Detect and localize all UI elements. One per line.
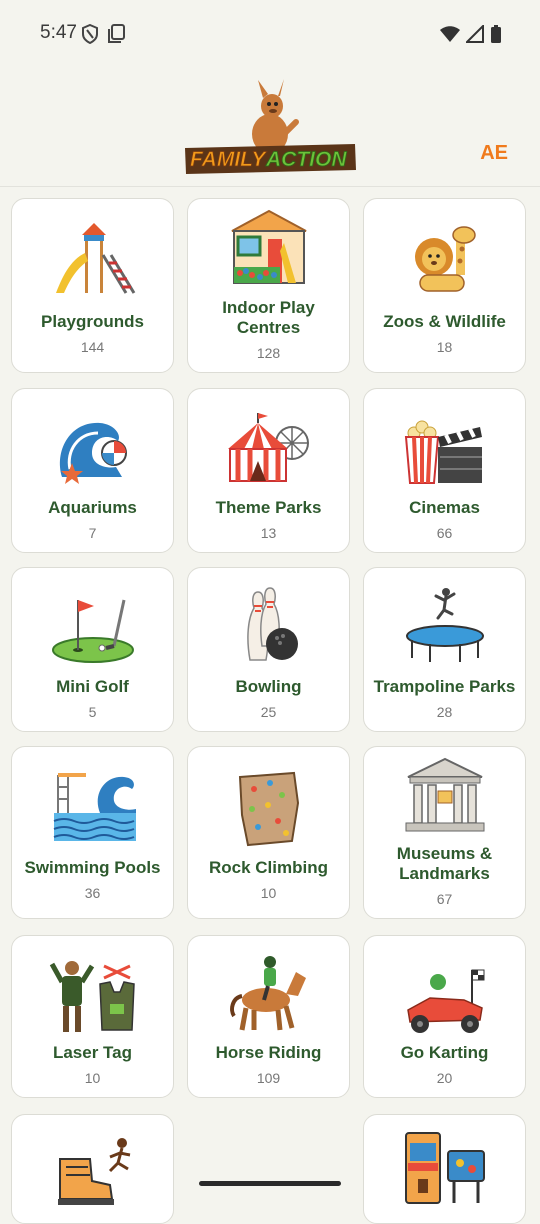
category-title: Indoor Play Centres	[222, 298, 315, 337]
category-card-laser-tag[interactable]: Laser Tag 10	[11, 935, 174, 1098]
trampoline-icon	[405, 588, 484, 662]
language-button[interactable]: AE	[480, 142, 508, 165]
app-header: FAMILY ACTION AE	[0, 68, 540, 187]
category-card-zoos[interactable]: Zoos & Wildlife 18	[363, 198, 526, 373]
category-card-indoor-play[interactable]: Indoor Play Centres 128	[187, 198, 350, 373]
category-card-horse-riding[interactable]: Horse Riding 109	[187, 935, 350, 1098]
category-card-arcades[interactable]	[363, 1114, 526, 1224]
category-title: Zoos & Wildlife	[383, 312, 506, 331]
svg-text:ACTION: ACTION	[265, 148, 347, 171]
wave-icon	[59, 422, 127, 484]
status-time: 5:47	[40, 22, 77, 43]
category-count: 10	[84, 1070, 101, 1086]
climbing-wall-icon	[238, 771, 299, 847]
bowling-icon	[246, 587, 298, 661]
category-title: Swimming Pools	[24, 858, 161, 877]
category-count: 28	[436, 704, 453, 720]
status-bar: 5:47	[0, 0, 540, 68]
category-title: Rock Climbing	[208, 858, 328, 877]
category-card-trampoline[interactable]: Trampoline Parks 28	[363, 567, 526, 732]
golf-flag-icon	[51, 599, 134, 663]
category-count: 20	[436, 1070, 453, 1086]
category-count: 13	[260, 525, 277, 541]
indoor-play-icon	[231, 209, 306, 284]
category-card-mini-golf[interactable]: Mini Golf 5	[11, 567, 174, 732]
category-count: 128	[256, 345, 281, 361]
category-card-swimming-pools[interactable]: Swimming Pools 36	[11, 746, 174, 919]
category-title: Mini Golf	[56, 677, 129, 696]
category-title: Go Karting	[400, 1043, 489, 1062]
category-title: Trampoline Parks	[373, 677, 516, 696]
category-count: 18	[436, 339, 453, 355]
category-count: 109	[256, 1070, 281, 1086]
category-count: 10	[260, 885, 277, 901]
category-card-playgrounds[interactable]: Playgrounds 144	[11, 198, 174, 373]
category-card-rock-climbing[interactable]: Rock Climbing 10	[187, 746, 350, 919]
roller-skate-icon	[57, 1138, 130, 1205]
signal-icon	[466, 25, 484, 43]
wifi-icon	[440, 26, 460, 42]
category-title: Cinemas	[409, 498, 480, 517]
category-title: Playgrounds	[41, 312, 144, 331]
playground-icon	[55, 223, 135, 294]
arcade-icon	[404, 1132, 485, 1204]
home-indicator[interactable]	[199, 1181, 341, 1186]
battery-icon	[491, 25, 501, 43]
category-card-bowling[interactable]: Bowling 25	[187, 567, 350, 732]
category-count: 36	[84, 885, 101, 901]
category-title: Museums & Landmarks	[396, 844, 493, 883]
category-card-cinemas[interactable]: Cinemas 66	[363, 388, 526, 553]
circus-tent-icon	[227, 413, 309, 482]
zoo-icon	[414, 226, 476, 292]
pool-icon	[53, 773, 136, 841]
category-count: 25	[260, 704, 277, 720]
category-count: 66	[436, 525, 453, 541]
popcorn-clapper-icon	[404, 420, 482, 484]
category-count: 7	[88, 525, 97, 541]
go-kart-icon	[406, 969, 484, 1033]
category-card-museums[interactable]: Museums & Landmarks 67	[363, 746, 526, 919]
category-card-go-karting[interactable]: Go Karting 20	[363, 935, 526, 1098]
category-card-roller-skating[interactable]	[11, 1114, 174, 1224]
screenshot-icon	[108, 24, 125, 43]
category-count: 144	[80, 339, 105, 355]
category-count: 5	[88, 704, 97, 720]
horse-icon	[229, 956, 306, 1031]
category-title: Horse Riding	[215, 1043, 322, 1062]
laser-tag-icon	[49, 961, 135, 1032]
shield-icon	[82, 24, 98, 44]
family-action-logo[interactable]: FAMILY ACTION	[180, 76, 360, 184]
logo-text: FAMILY ACTION	[185, 144, 356, 174]
category-card-aquariums[interactable]: Aquariums 7	[11, 388, 174, 553]
category-card-theme-parks[interactable]: Theme Parks 13	[187, 388, 350, 553]
category-title: Aquariums	[48, 498, 137, 517]
svg-text:FAMILY: FAMILY	[190, 148, 267, 171]
category-title: Laser Tag	[52, 1043, 133, 1062]
category-title: Theme Parks	[215, 498, 322, 517]
category-title: Bowling	[235, 677, 302, 696]
museum-icon	[405, 757, 484, 832]
category-count: 67	[436, 891, 453, 907]
